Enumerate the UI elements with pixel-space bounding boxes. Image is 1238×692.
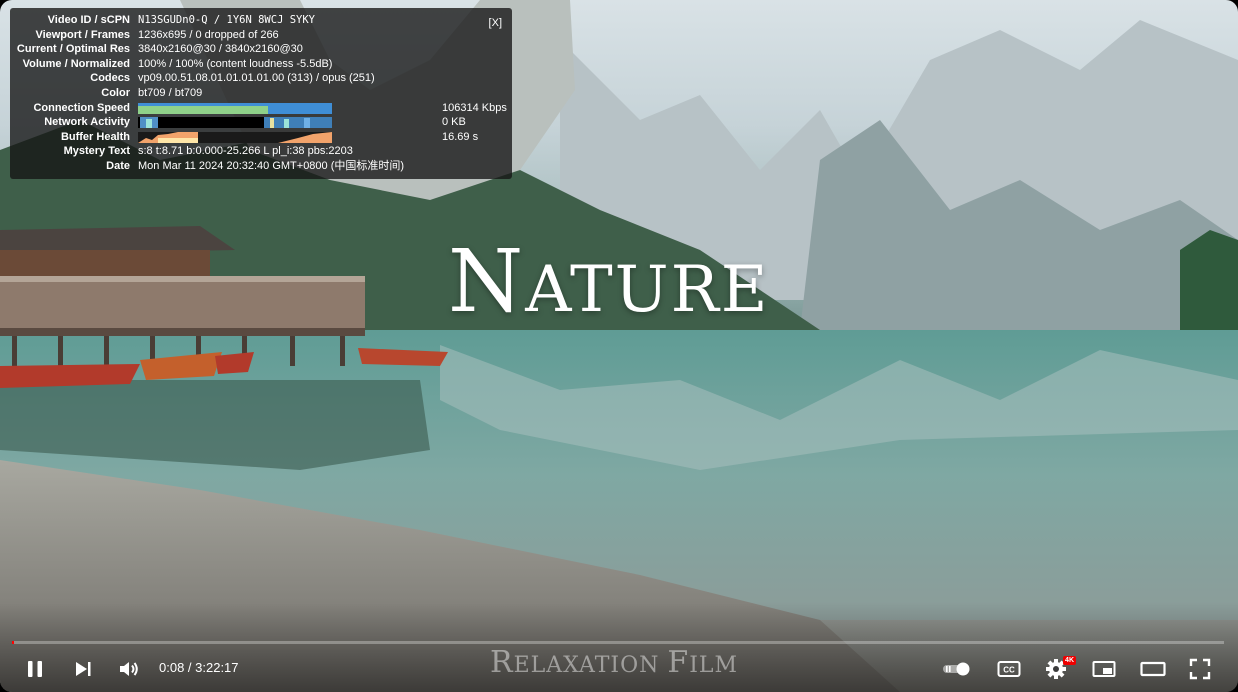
stats-value: Mon Mar 11 2024 20:32:40 GMT+0800 (中国标准时… <box>138 159 405 172</box>
stats-close-button[interactable]: [X] <box>489 16 502 31</box>
watermark-part: F <box>667 645 690 680</box>
volume-icon <box>120 662 138 676</box>
stats-label: Mystery Text <box>63 145 130 158</box>
miniplayer-button[interactable] <box>1088 652 1120 686</box>
stats-row-video-id: Video ID / sCPN N13SGUDn0-Q / 1Y6N 8WCJ … <box>10 13 504 28</box>
stats-value: 16.69 s <box>442 130 479 143</box>
title-rest: ATURE <box>525 253 770 327</box>
next-button[interactable] <box>68 652 98 686</box>
connection-speed-graph <box>138 102 332 114</box>
stats-label: Network Activity <box>44 116 130 129</box>
stats-row-date: Date Mon Mar 11 2024 20:32:40 GMT+0800 (… <box>10 159 504 174</box>
buffer-health-graph <box>138 131 332 143</box>
quality-badge: 4K <box>1063 656 1076 665</box>
autoplay-toggle[interactable] <box>938 652 974 686</box>
stats-label: Video ID / sCPN <box>47 14 130 26</box>
stats-value: vp09.00.51.08.01.01.01.01.00 (313) / opu… <box>138 72 375 85</box>
cc-icon: CC <box>997 661 1021 677</box>
stats-label: Volume / Normalized <box>22 57 130 70</box>
progress-bar[interactable] <box>12 641 1224 644</box>
stats-row-mystery: Mystery Text s:8 t:8.71 b:0.000-25.266 L… <box>10 144 504 159</box>
stats-row-viewport: Viewport / Frames 1236x695 / 0 dropped o… <box>10 28 504 43</box>
stats-label: Viewport / Frames <box>35 28 130 41</box>
theater-mode-button[interactable] <box>1136 652 1170 686</box>
stats-row-color: Color bt709 / bt709 <box>10 86 504 101</box>
stats-row-resolution: Current / Optimal Res 3840x2160@30 / 384… <box>10 42 504 57</box>
svg-text:CC: CC <box>1003 666 1015 675</box>
stats-value: s:8 t:8.71 b:0.000-25.266 L pl_i:38 pbs:… <box>138 145 353 158</box>
theater-mode-icon <box>1140 661 1166 677</box>
stats-row-network: Network Activity 0 KB <box>10 115 504 130</box>
stats-row-codecs: Codecs vp09.00.51.08.01.01.01.01.00 (313… <box>10 71 504 86</box>
miniplayer-icon <box>1092 661 1116 677</box>
stats-value: N13SGUDn0-Q / 1Y6N 8WCJ SYKY <box>138 14 316 26</box>
play-pause-button[interactable] <box>20 652 50 686</box>
pause-icon <box>28 661 42 677</box>
stats-label: Date <box>106 159 130 172</box>
stats-value: 1236x695 / 0 dropped of 266 <box>138 28 279 41</box>
stats-label: Color <box>101 86 130 99</box>
stats-value: 106314 Kbps <box>442 101 507 114</box>
stats-label: Codecs <box>90 72 130 85</box>
autoplay-toggle-icon <box>943 662 970 676</box>
mute-button[interactable] <box>114 652 144 686</box>
title-initial: N <box>448 232 526 332</box>
video-title-overlay: NATURE <box>448 232 770 332</box>
stats-value: 0 KB <box>442 116 466 129</box>
fullscreen-button[interactable] <box>1184 652 1216 686</box>
stats-row-connection: Connection Speed 106314 Kbps <box>10 101 507 116</box>
watermark-part: ELAXATION <box>513 653 668 678</box>
stats-label: Current / Optimal Res <box>16 43 130 56</box>
stats-label: Connection Speed <box>33 101 130 114</box>
stats-row-buffer: Buffer Health 16.69 s <box>10 130 504 145</box>
channel-watermark: RELAXATION FILM <box>490 645 738 680</box>
stats-value: 100% / 100% (content loudness -5.5dB) <box>138 57 333 70</box>
stats-value: 3840x2160@30 / 3840x2160@30 <box>138 43 303 56</box>
video-player[interactable]: NATURE [X] Video ID / sCPN N13SGUDn0-Q /… <box>0 0 1238 692</box>
time-display: 0:08 / 3:22:17 <box>159 660 239 675</box>
network-activity-graph <box>138 117 332 129</box>
watermark-part: R <box>490 645 514 680</box>
progress-played <box>12 641 14 644</box>
next-icon <box>76 662 91 676</box>
stats-row-volume: Volume / Normalized 100% / 100% (content… <box>10 57 504 72</box>
watermark-part: ILM <box>689 653 739 678</box>
subtitles-button[interactable]: CC <box>992 652 1026 686</box>
stats-label: Buffer Health <box>60 130 130 143</box>
stats-for-nerds-panel: [X] Video ID / sCPN N13SGUDn0-Q / 1Y6N 8… <box>10 8 512 179</box>
fullscreen-icon <box>1189 658 1211 680</box>
settings-button[interactable]: 4K <box>1040 652 1076 686</box>
stats-value: bt709 / bt709 <box>138 86 203 99</box>
